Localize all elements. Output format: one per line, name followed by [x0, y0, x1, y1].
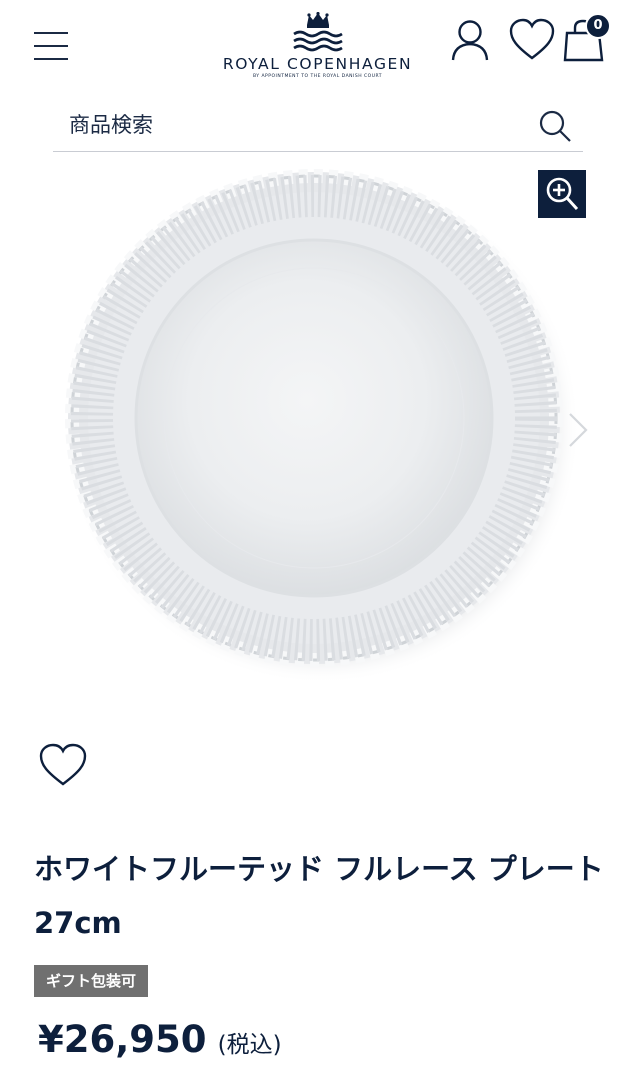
account-icon: [451, 20, 489, 61]
menu-icon-bar: [34, 32, 68, 34]
tax-note: (税込): [217, 1032, 282, 1058]
product-title: ホワイトフルーテッド フルレース プレート 27cm: [34, 852, 604, 940]
menu-icon-bar: [34, 45, 68, 47]
search-bar: [53, 100, 583, 152]
heart-icon: [39, 743, 87, 786]
search-button[interactable]: [537, 108, 573, 144]
price-row: ¥26,950 (税込): [38, 1018, 282, 1061]
product-image-gallery[interactable]: [0, 160, 636, 720]
search-input[interactable]: [53, 100, 523, 150]
cart-button[interactable]: 0: [562, 13, 611, 64]
next-image-button[interactable]: [566, 410, 590, 450]
crown-waves-icon: [292, 12, 343, 52]
menu-button[interactable]: [34, 30, 70, 62]
menu-icon-bar: [34, 58, 68, 60]
site-header: ROYAL COPENHAGEN BY APPOINTMENT TO THE R…: [0, 0, 636, 92]
search-icon: [539, 110, 571, 142]
product-price: ¥26,950: [38, 1018, 207, 1061]
zoom-button[interactable]: [538, 170, 586, 218]
product-image: [64, 169, 580, 684]
brand-name: ROYAL COPENHAGEN: [222, 55, 413, 73]
brand-logo[interactable]: ROYAL COPENHAGEN BY APPOINTMENT TO THE R…: [205, 12, 430, 84]
cart-count-badge: 0: [585, 13, 611, 39]
chevron-right-icon: [569, 413, 588, 447]
zoom-in-icon: [546, 177, 579, 211]
brand-tagline: BY APPOINTMENT TO THE ROYAL DANISH COURT: [252, 74, 383, 79]
gift-wrap-badge: ギフト包装可: [34, 965, 149, 997]
wishlist-button[interactable]: [508, 18, 556, 62]
account-button[interactable]: [450, 18, 490, 64]
add-to-favorites-button[interactable]: [38, 742, 88, 788]
heart-icon: [509, 18, 555, 60]
